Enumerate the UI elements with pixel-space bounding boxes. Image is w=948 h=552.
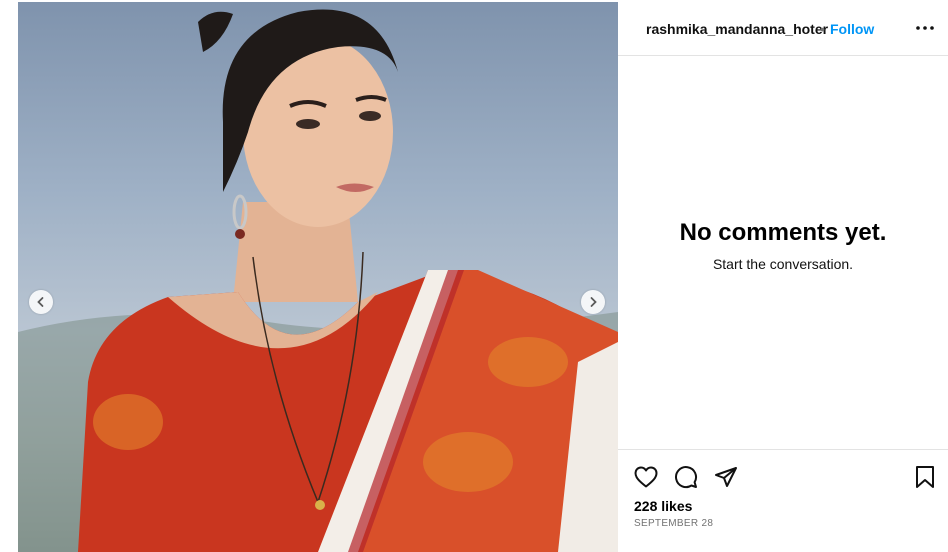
- post-username[interactable]: rashmika_mandanna_hoter: [646, 21, 828, 37]
- likes-count[interactable]: 228 likes: [634, 498, 692, 514]
- like-button[interactable]: [633, 464, 659, 490]
- header-separator: •: [820, 21, 825, 37]
- save-button[interactable]: [912, 464, 938, 490]
- hair-bun: [198, 11, 233, 52]
- more-options-icon: [916, 26, 934, 30]
- follow-button[interactable]: Follow: [830, 21, 874, 37]
- empty-comments-subtitle: Start the conversation.: [712, 256, 854, 272]
- post-photo-illustration: [18, 9, 618, 552]
- carousel-prev-button[interactable]: [29, 290, 53, 314]
- earring-drop: [235, 229, 245, 239]
- eye-left: [296, 119, 320, 129]
- comment-icon: [675, 466, 698, 489]
- carousel-next-button[interactable]: [581, 290, 605, 314]
- saree-motif: [488, 337, 568, 387]
- saree-motif: [423, 432, 513, 492]
- left-gutter: [0, 0, 18, 552]
- empty-comments-title: No comments yet.: [679, 219, 887, 246]
- heart-icon: [634, 466, 658, 488]
- post-header: rashmika_mandanna_hoter • Follow: [618, 0, 948, 56]
- post-side-panel: rashmika_mandanna_hoter • Follow No comm…: [618, 0, 948, 552]
- bookmark-icon: [916, 466, 934, 488]
- chevron-right-icon: [590, 297, 597, 307]
- comment-button[interactable]: [673, 464, 699, 490]
- share-icon: [715, 467, 737, 487]
- chevron-left-icon: [37, 297, 44, 307]
- post-date: SEPTEMBER 28: [634, 518, 714, 529]
- more-options-button[interactable]: [914, 18, 936, 38]
- post-image[interactable]: [18, 2, 618, 552]
- post-actions: 228 likes SEPTEMBER 28: [618, 449, 948, 552]
- eye-right: [359, 111, 381, 121]
- share-button[interactable]: [713, 464, 739, 490]
- pendant: [315, 500, 325, 510]
- blouse-motif: [93, 394, 163, 450]
